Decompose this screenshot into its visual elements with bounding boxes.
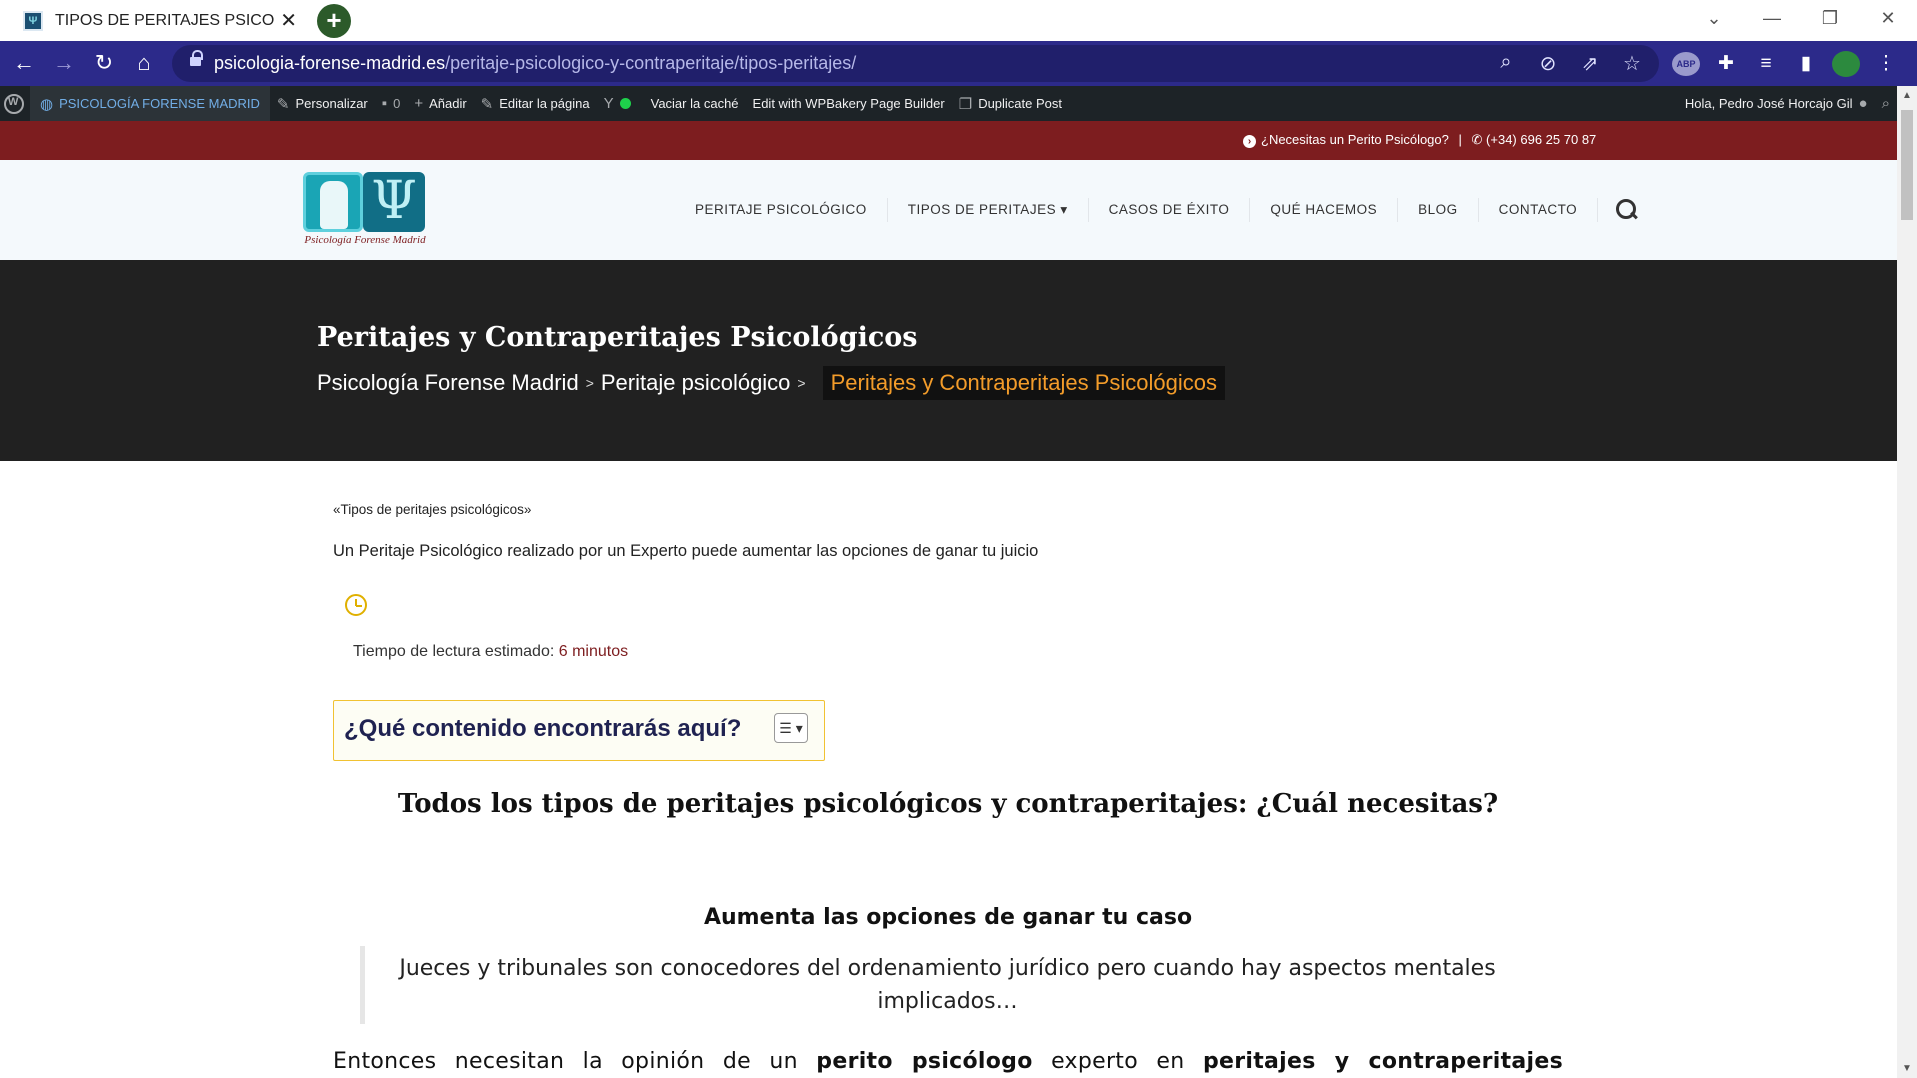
breadcrumb: Psicología Forense Madrid > Peritaje psi… [317, 366, 1226, 400]
profile-avatar[interactable] [1832, 50, 1860, 77]
address-bar[interactable]: psicologia-forense-madrid.es/peritaje-ps… [172, 45, 1659, 82]
close-window-icon[interactable]: ✕ [1859, 8, 1917, 29]
admin-account[interactable]: Hola, Pedro José Horcajo Gil ● [1678, 86, 1875, 121]
admin-edit-page[interactable]: ✎ Editar la página [474, 86, 597, 121]
breadcrumb-separator: > [585, 375, 594, 391]
intro-quote: «Tipos de peritajes psicológicos» [333, 502, 532, 517]
nav-item-que-hacemos[interactable]: QUÉ HACEMOS [1250, 198, 1399, 222]
blockquote: Jueces y tribunales son conocedores del … [360, 946, 1530, 1024]
page-scrollbar[interactable]: ▲ ▼ [1897, 86, 1917, 1078]
comment-icon: ▪ [381, 95, 388, 112]
body-paragraph: Entonces necesitan la opinión de un peri… [333, 1049, 1563, 1074]
tracking-eye-icon[interactable]: ⊘ [1537, 51, 1559, 76]
media-queue-icon[interactable]: ≡ [1752, 53, 1780, 75]
clock-icon [345, 594, 367, 616]
nav-item-peritaje[interactable]: PERITAJE PSICOLÓGICO [675, 198, 888, 222]
nav-item-tipos[interactable]: TIPOS DE PERITAJES ▾ [888, 198, 1089, 222]
table-of-contents: ¿Qué contenido encontrarás aquí? ☰ ▾ [333, 700, 825, 761]
nav-item-casos[interactable]: CASOS DE ÉXITO [1089, 198, 1251, 222]
zoom-icon[interactable]: ⌕ [1495, 51, 1517, 76]
site-topbar: › ¿Necesitas un Perito Psicólogo? | ✆ (+3… [0, 121, 1897, 160]
scroll-down-icon[interactable]: ▼ [1902, 1063, 1912, 1074]
site-header: Ψ Psicología Forense Madrid PERITAJE PSI… [0, 160, 1897, 260]
back-icon[interactable]: ← [6, 45, 42, 81]
user-icon: ● [1858, 95, 1868, 112]
browser-toolbar: ← → ↻ ⌂ psicologia-forense-madrid.es/per… [0, 41, 1917, 86]
section-heading: Aumenta las opciones de ganar tu caso [703, 905, 1193, 930]
page-title: Peritajes y Contraperitajes Psicológicos [317, 322, 918, 353]
browser-menu-icon[interactable]: ⋮ [1872, 52, 1900, 75]
yoast-icon: Y [603, 95, 614, 112]
tab-title: TIPOS DE PERITAJES PSICOLÓGIC [55, 11, 275, 29]
adblock-icon[interactable]: ABP [1672, 51, 1700, 76]
url-text[interactable]: psicologia-forense-madrid.es/peritaje-ps… [214, 53, 856, 74]
plus-icon: + [414, 95, 424, 112]
admin-customize[interactable]: ✎ Personalizar [270, 86, 375, 121]
tab-search-icon[interactable]: ⌄ [1685, 8, 1743, 29]
forward-icon[interactable]: → [46, 45, 82, 81]
scroll-up-icon[interactable]: ▲ [1902, 90, 1912, 101]
site-favicon-icon: Ψ [23, 10, 43, 31]
lead-text: Un Peritaje Psicológico realizado por un… [333, 542, 1039, 560]
admin-site-link[interactable]: ◍ PSICOLOGÍA FORENSE MADRID [30, 86, 270, 121]
seo-status-dot [619, 98, 631, 109]
restore-icon[interactable]: ❐ [1801, 8, 1859, 29]
wordpress-logo-icon[interactable] [4, 93, 24, 114]
page-hero: Peritajes y Contraperitajes Psicológicos… [0, 260, 1897, 461]
admin-comments[interactable]: ▪ 0 [375, 86, 408, 121]
scroll-thumb[interactable] [1901, 110, 1913, 220]
admin-search-icon[interactable]: ⌕ [1875, 86, 1897, 121]
admin-duplicate-post[interactable]: ❐ Duplicate Post [952, 86, 1069, 121]
reload-icon[interactable]: ↻ [86, 45, 122, 81]
toc-title: ¿Qué contenido encontrarás aquí? [344, 715, 742, 742]
home-icon[interactable]: ⌂ [126, 45, 162, 81]
psi-icon: Ψ [363, 172, 425, 232]
nav-item-blog[interactable]: BLOG [1398, 198, 1479, 222]
minimize-icon[interactable]: — [1743, 8, 1801, 29]
side-panel-icon[interactable]: ▮ [1792, 52, 1820, 75]
admin-clear-cache[interactable]: Vaciar la caché [644, 86, 746, 121]
brush-icon: ✎ [276, 95, 290, 113]
breadcrumb-home[interactable]: Psicología Forense Madrid [317, 370, 579, 396]
dashboard-icon: ◍ [40, 95, 54, 113]
lock-icon[interactable] [190, 50, 203, 68]
share-icon[interactable]: ⇗ [1579, 51, 1601, 76]
reading-time: Tiempo de lectura estimado: 6 minutos [353, 643, 629, 660]
site-search-icon[interactable] [1616, 199, 1638, 221]
bookmark-star-icon[interactable]: ☆ [1621, 51, 1643, 76]
justice-figure-icon [320, 181, 348, 229]
wp-admin-bar: ◍PSICOLOGÍA FORENSE MADRID ✎Personalizar… [0, 86, 1897, 121]
toc-toggle-button[interactable]: ☰ ▾ [774, 713, 808, 743]
logo-text: Psicología Forense Madrid [304, 234, 426, 246]
window-controls: ⌄ — ❐ ✕ [1685, 0, 1917, 36]
browser-tabstrip: Ψ TIPOS DE PERITAJES PSICOLÓGIC ✕ + ⌄ — … [0, 0, 1917, 41]
article-heading: Todos los tipos de peritajes psicológico… [397, 789, 1499, 819]
admin-add-new[interactable]: + Añadir [407, 86, 473, 121]
nav-item-contacto[interactable]: CONTACTO [1479, 198, 1599, 222]
tab-close-icon[interactable]: ✕ [280, 8, 297, 33]
breadcrumb-parent[interactable]: Peritaje psicológico [601, 370, 791, 396]
question-circle-icon: › [1243, 135, 1256, 148]
duplicate-icon: ❐ [958, 95, 973, 113]
main-navigation: PERITAJE PSICOLÓGICO TIPOS DE PERITAJES … [675, 160, 1638, 260]
breadcrumb-current: Peritajes y Contraperitajes Psicológicos [822, 366, 1226, 400]
topbar-phone-link[interactable]: (+34) 696 25 70 87 [1486, 132, 1596, 147]
site-logo[interactable]: Ψ Psicología Forense Madrid [303, 172, 427, 250]
extensions-puzzle-icon[interactable]: ✚ [1712, 52, 1740, 75]
admin-wpbakery[interactable]: Edit with WPBakery Page Builder [746, 86, 952, 121]
pencil-icon: ✎ [480, 95, 494, 113]
topbar-question-link[interactable]: ¿Necesitas un Perito Psicólogo? [1261, 132, 1449, 147]
admin-seo[interactable]: Y [597, 86, 644, 121]
browser-tab[interactable]: Ψ TIPOS DE PERITAJES PSICOLÓGIC ✕ [9, 0, 307, 41]
breadcrumb-separator: > [797, 375, 806, 391]
reading-time-value: 6 minutos [558, 643, 629, 660]
new-tab-button[interactable]: + [317, 4, 351, 38]
phone-icon: ✆ [1471, 132, 1483, 147]
topbar-separator: | [1458, 132, 1462, 147]
